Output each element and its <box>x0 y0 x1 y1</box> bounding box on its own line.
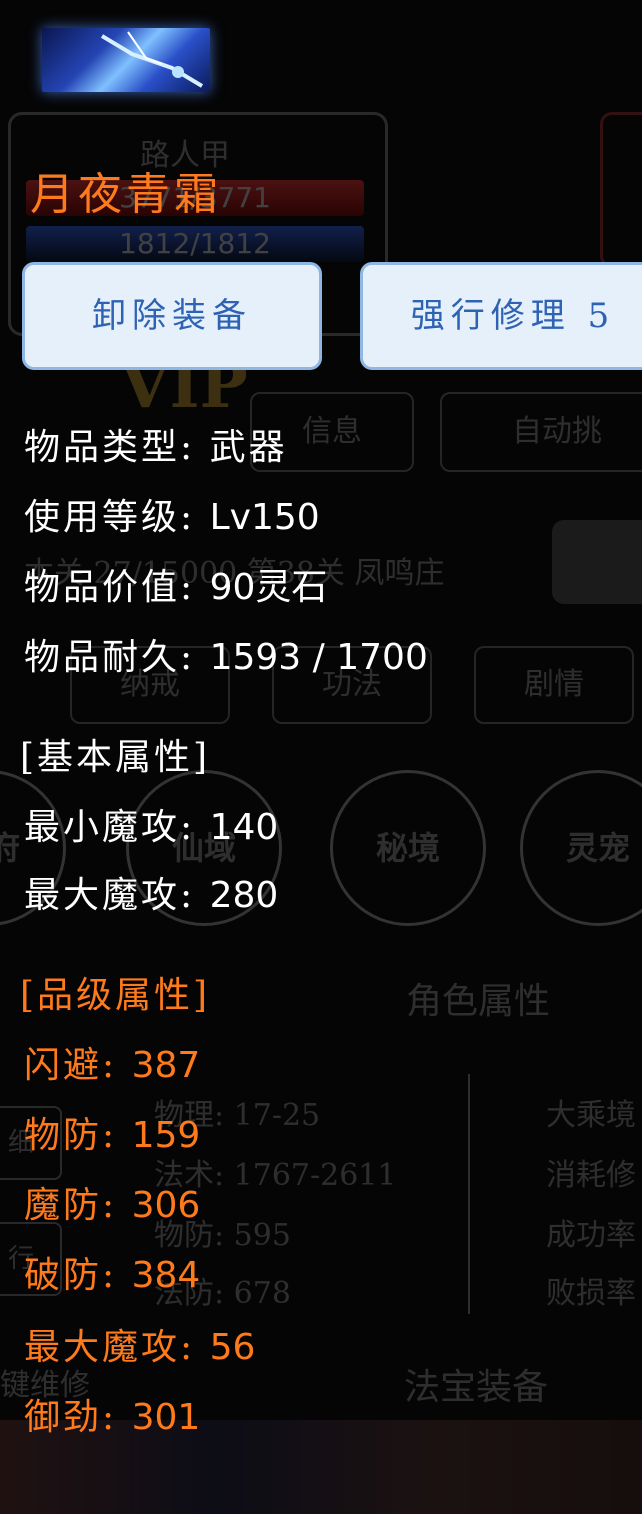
durability-value: 1593 / 1700 <box>209 637 428 678</box>
item-value-value: 90灵石 <box>209 567 328 608</box>
item-type-row: 物品类型: 武器 <box>24 418 288 470</box>
stat-fail-rate: 败损率 <box>546 1276 636 1311</box>
max-magic-attack-label: 最大魔攻: <box>24 875 196 916</box>
stats-divider <box>468 1074 470 1314</box>
quality-label: 物防: <box>24 1115 118 1156</box>
durability-row: 物品耐久: 1593 / 1700 <box>24 628 428 680</box>
stat-realm: 大乘境 <box>546 1098 636 1133</box>
required-level-label: 使用等级: <box>24 497 196 538</box>
item-type-value: 武器 <box>209 427 288 468</box>
quality-row-max-magic-attack: 最大魔攻: 56 <box>24 1318 255 1370</box>
max-magic-attack-row: 最大魔攻: 280 <box>24 866 278 918</box>
mp-bar: 1812/1812 <box>26 226 364 262</box>
quality-row-armor-break: 破防: 384 <box>24 1246 200 1298</box>
item-value-label: 物品价值: <box>24 567 196 608</box>
quality-label: 最大魔攻: <box>24 1327 196 1368</box>
min-magic-attack-label: 最小魔攻: <box>24 807 196 848</box>
quality-label: 魔防: <box>24 1185 118 1226</box>
force-repair-button[interactable]: 强行修理 5 <box>360 262 642 370</box>
basic-attributes-heading: [基本属性] <box>20 737 211 778</box>
quality-row-resilience: 御劲: 301 <box>24 1388 200 1440</box>
quality-row-dodge: 闪避: 387 <box>24 1036 200 1088</box>
sword-icon <box>42 28 210 92</box>
quality-row-magic-def: 魔防: 306 <box>24 1176 200 1228</box>
quality-row-phys-def: 物防: 159 <box>24 1106 200 1158</box>
treasure-heading: 法宝装备 <box>404 1367 549 1408</box>
quality-label: 闪避: <box>24 1045 118 1086</box>
quality-value: 301 <box>131 1397 201 1438</box>
quality-value: 384 <box>131 1255 201 1296</box>
stat-success-rate: 成功率 <box>546 1218 636 1253</box>
quality-label: 御劲: <box>24 1397 118 1438</box>
quality-value: 387 <box>131 1045 201 1086</box>
min-magic-attack-row: 最小魔攻: 140 <box>24 798 278 850</box>
min-magic-attack-value: 140 <box>209 807 279 848</box>
grey-action-button <box>552 520 642 604</box>
unequip-button[interactable]: 卸除装备 <box>22 262 322 370</box>
attributes-heading: 角色属性 <box>406 981 551 1022</box>
tab-story: 剧情 <box>474 646 634 724</box>
item-type-label: 物品类型: <box>24 427 196 468</box>
quality-label: 破防: <box>24 1255 118 1296</box>
quality-value: 56 <box>209 1327 256 1368</box>
enemy-card <box>600 112 642 268</box>
quality-value: 306 <box>131 1185 201 1226</box>
max-magic-attack-value: 280 <box>209 875 279 916</box>
item-name: 月夜青霜 <box>30 169 222 220</box>
item-value-row: 物品价值: 90灵石 <box>24 558 327 610</box>
circle-spirit-pet: 灵宠 <box>520 770 642 926</box>
quality-value: 159 <box>131 1115 201 1156</box>
auto-challenge-button: 自动挑 <box>440 392 642 472</box>
required-level-value: Lv150 <box>209 497 320 538</box>
required-level-row: 使用等级: Lv150 <box>24 488 320 540</box>
circle-secret-realm: 秘境 <box>330 770 486 926</box>
quality-attributes-heading: [品级属性] <box>20 975 211 1016</box>
stat-cost: 消耗修 <box>546 1158 636 1193</box>
durability-label: 物品耐久: <box>24 637 196 678</box>
